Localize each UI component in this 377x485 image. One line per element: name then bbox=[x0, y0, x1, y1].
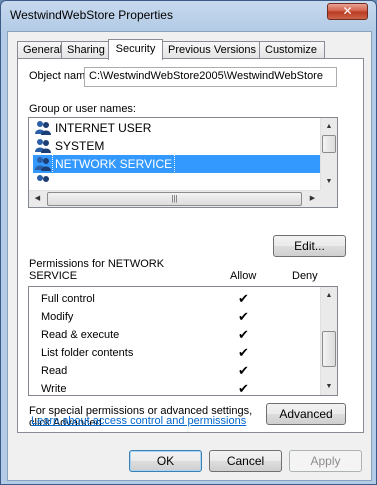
permission-row-modify: Modify ✔ bbox=[41, 309, 331, 327]
user-name: INTERNET USER bbox=[55, 121, 152, 135]
allow-check-icon: ✔ bbox=[238, 381, 249, 396]
permission-row-list-folder-contents: List folder contents ✔ bbox=[41, 345, 331, 363]
scroll-right-icon[interactable]: ▶ bbox=[304, 191, 321, 207]
horizontal-scroll-thumb[interactable]: ||| bbox=[47, 192, 302, 206]
user-list-vertical-scrollbar[interactable]: ▲ ▼ bbox=[320, 118, 337, 190]
allow-column-header: Allow bbox=[230, 270, 257, 282]
edit-button[interactable]: Edit... bbox=[273, 235, 346, 257]
users-group-icon bbox=[37, 175, 49, 182]
permission-name: Read bbox=[41, 365, 68, 377]
tab-sharing[interactable]: Sharing bbox=[61, 41, 109, 59]
permissions-label-line1: Permissions for NETWORK bbox=[29, 258, 165, 270]
scroll-thumb[interactable] bbox=[322, 135, 336, 153]
scroll-thumb[interactable] bbox=[322, 331, 336, 367]
ok-button[interactable]: OK bbox=[129, 450, 202, 472]
tab-customize[interactable]: Customize bbox=[259, 41, 325, 59]
users-group-icon bbox=[35, 157, 51, 171]
permission-name: Modify bbox=[41, 311, 74, 323]
user-item-system[interactable]: SYSTEM bbox=[33, 137, 329, 155]
scroll-down-icon[interactable]: ▼ bbox=[321, 173, 337, 190]
user-item-partial bbox=[33, 173, 329, 183]
group-names-label: Group or user names: bbox=[29, 103, 136, 115]
allow-check-icon: ✔ bbox=[238, 309, 249, 324]
permission-row-read: Read ✔ bbox=[41, 363, 331, 381]
allow-check-icon: ✔ bbox=[238, 363, 249, 378]
object-name-field[interactable]: C:\WestwindWebStore2005\WestwindWebStore bbox=[84, 67, 337, 87]
scroll-up-icon[interactable]: ▲ bbox=[321, 118, 337, 135]
scroll-left-icon[interactable]: ◀ bbox=[29, 191, 46, 207]
permission-row-full-control: Full control ✔ bbox=[41, 291, 331, 309]
permission-name: Read & execute bbox=[41, 329, 120, 341]
scroll-down-icon[interactable]: ▼ bbox=[321, 378, 337, 395]
permission-name: Write bbox=[41, 383, 67, 395]
user-list-horizontal-scrollbar[interactable]: ◀ ||| ▶ bbox=[29, 190, 321, 207]
tab-strip: General Sharing Security Previous Versio… bbox=[17, 39, 367, 60]
users-group-icon bbox=[35, 121, 51, 135]
user-item-network-service[interactable]: NETWORK SERVICE bbox=[33, 154, 329, 174]
scrollbar-corner bbox=[320, 190, 337, 207]
permissions-label-line2: SERVICE bbox=[29, 270, 78, 282]
scroll-up-icon[interactable]: ▲ bbox=[321, 287, 337, 304]
user-name: SYSTEM bbox=[55, 139, 105, 153]
permissions-vertical-scrollbar[interactable]: ▲ ▼ bbox=[320, 287, 337, 395]
tab-general[interactable]: General bbox=[17, 41, 62, 59]
properties-dialog: WestwindWebStore Properties ✕ General Sh… bbox=[0, 0, 377, 485]
permission-row-read-execute: Read & execute ✔ bbox=[41, 327, 331, 345]
close-button[interactable]: ✕ bbox=[327, 3, 368, 20]
advanced-button[interactable]: Advanced bbox=[266, 403, 346, 425]
learn-more-link[interactable]: Learn about access control and permissio… bbox=[31, 415, 246, 427]
permission-row-write: Write ✔ bbox=[41, 381, 331, 396]
user-list[interactable]: INTERNET USER SYSTEM NETWORK SERVICE ▲ ▼… bbox=[28, 117, 338, 208]
permissions-list[interactable]: Full control ✔ Modify ✔ Read & execute ✔… bbox=[28, 286, 338, 396]
cancel-button[interactable]: Cancel bbox=[209, 450, 282, 472]
users-group-icon bbox=[35, 139, 51, 153]
apply-button[interactable]: Apply bbox=[289, 450, 362, 472]
tab-previous-versions[interactable]: Previous Versions bbox=[162, 41, 260, 59]
title-bar[interactable]: WestwindWebStore Properties ✕ bbox=[1, 1, 376, 31]
allow-check-icon: ✔ bbox=[238, 327, 249, 342]
deny-column-header: Deny bbox=[292, 270, 318, 282]
user-name: NETWORK SERVICE bbox=[51, 154, 176, 174]
permission-name: List folder contents bbox=[41, 347, 134, 359]
permission-name: Full control bbox=[41, 293, 95, 305]
tab-security[interactable]: Security bbox=[108, 39, 163, 60]
window-title: WestwindWebStore Properties bbox=[10, 8, 173, 22]
allow-check-icon: ✔ bbox=[238, 345, 249, 360]
user-item-internet-user[interactable]: INTERNET USER bbox=[33, 119, 329, 137]
allow-check-icon: ✔ bbox=[238, 291, 249, 306]
security-tab-page: Object name: C:\WestwindWebStore2005\Wes… bbox=[17, 58, 364, 433]
dialog-client-area: General Sharing Security Previous Versio… bbox=[7, 31, 372, 481]
